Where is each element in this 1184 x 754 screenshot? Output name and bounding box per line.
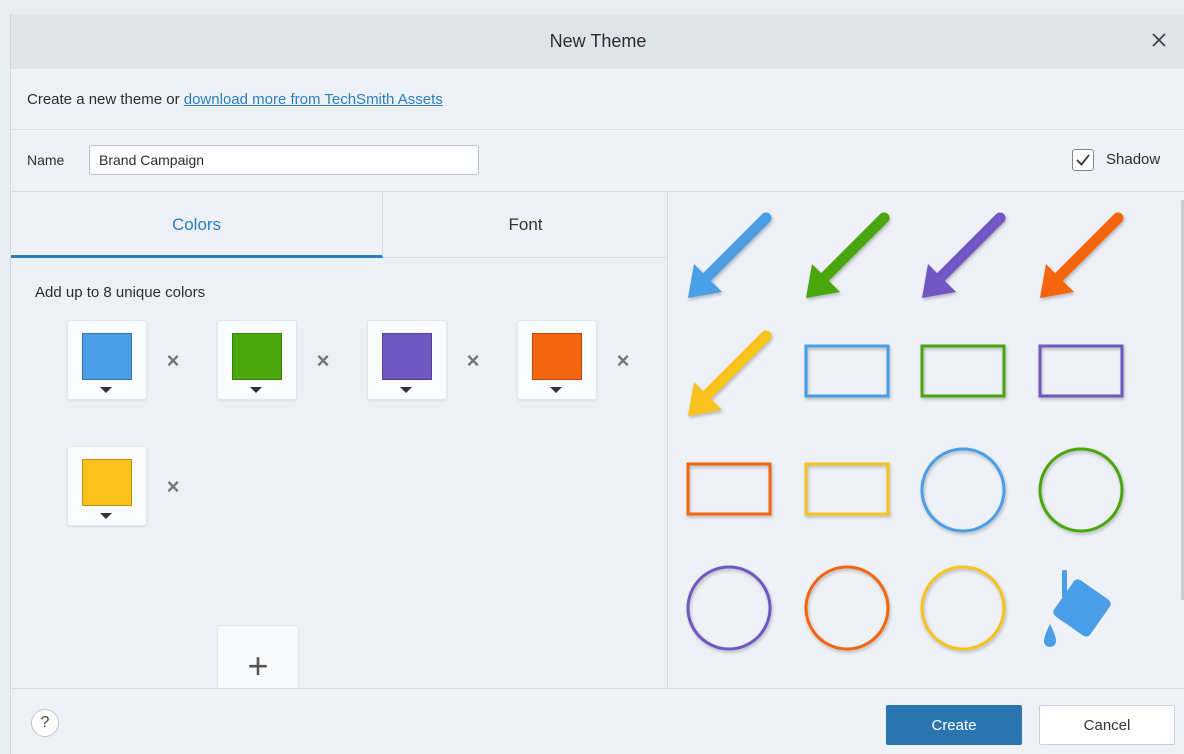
ellipse-preview[interactable] — [1038, 447, 1124, 533]
theme-editor-pane: Colors Font Add up to 8 unique colors + … — [11, 192, 668, 707]
color-chip — [82, 333, 132, 380]
remove-color-icon[interactable]: × — [613, 350, 633, 372]
remove-color-icon[interactable]: × — [463, 350, 483, 372]
chevron-down-icon — [400, 387, 412, 393]
tab-font[interactable]: Font — [383, 192, 668, 258]
color-swatch-dropdown[interactable] — [67, 446, 147, 526]
color-chip — [532, 333, 582, 380]
intro-text: Create a new theme or download more from… — [27, 91, 443, 108]
chevron-down-icon — [100, 387, 112, 393]
arrow-preview[interactable] — [1040, 212, 1124, 298]
new-theme-dialog: New Theme Create a new theme or download… — [10, 14, 1184, 754]
arrow-preview[interactable] — [806, 212, 890, 298]
footer: ? Create Cancel — [11, 688, 1184, 754]
intro-label: Create a new theme or — [27, 91, 184, 108]
techsmith-assets-link[interactable]: download more from TechSmith Assets — [184, 91, 443, 108]
tab-bar: Colors Font — [11, 192, 668, 258]
color-swatch-dropdown[interactable] — [67, 320, 147, 400]
cancel-button[interactable]: Cancel — [1039, 705, 1175, 745]
paint-bucket-icon[interactable] — [1044, 570, 1113, 647]
rectangle-preview[interactable] — [804, 344, 890, 398]
color-swatch-dropdown[interactable] — [217, 320, 297, 400]
rectangle-preview[interactable] — [804, 462, 890, 516]
name-label: Name — [27, 152, 65, 168]
remove-color-icon[interactable]: × — [313, 350, 333, 372]
title-bar: New Theme — [11, 14, 1184, 69]
arrow-preview[interactable] — [688, 330, 772, 416]
ellipse-preview[interactable] — [686, 565, 772, 651]
theme-name-input[interactable] — [89, 145, 479, 175]
checkmark-icon — [1076, 154, 1090, 166]
ellipse-preview[interactable] — [920, 447, 1006, 533]
plus-icon: + — [247, 645, 269, 686]
rectangle-preview[interactable] — [686, 462, 772, 516]
color-chip — [232, 333, 282, 380]
tab-colors[interactable]: Colors — [11, 192, 383, 258]
name-row: Name Shadow — [11, 130, 1184, 192]
remove-color-icon[interactable]: × — [163, 476, 183, 498]
color-chip — [82, 459, 132, 506]
shadow-label: Shadow — [1106, 151, 1161, 168]
ellipse-preview[interactable] — [920, 565, 1006, 651]
shadow-checkbox[interactable] — [1072, 149, 1094, 171]
colors-hint: Add up to 8 unique colors — [35, 284, 206, 301]
preview-canvas — [686, 212, 1124, 651]
intro-section: Create a new theme or download more from… — [11, 69, 1184, 130]
chevron-down-icon — [250, 387, 262, 393]
close-icon[interactable] — [1147, 28, 1171, 52]
color-swatch-dropdown[interactable] — [517, 320, 597, 400]
rectangle-preview[interactable] — [1038, 344, 1124, 398]
rectangle-preview[interactable] — [920, 344, 1006, 398]
color-swatch-dropdown[interactable] — [367, 320, 447, 400]
help-button[interactable]: ? — [31, 709, 59, 737]
dialog-title: New Theme — [549, 31, 647, 51]
chevron-down-icon — [100, 513, 112, 519]
theme-preview — [668, 192, 1184, 688]
remove-color-icon[interactable]: × — [163, 350, 183, 372]
create-button[interactable]: Create — [886, 705, 1022, 745]
color-chip — [382, 333, 432, 380]
arrow-preview[interactable] — [922, 212, 1006, 298]
arrow-preview[interactable] — [688, 212, 772, 298]
chevron-down-icon — [550, 387, 562, 393]
ellipse-preview[interactable] — [804, 565, 890, 651]
